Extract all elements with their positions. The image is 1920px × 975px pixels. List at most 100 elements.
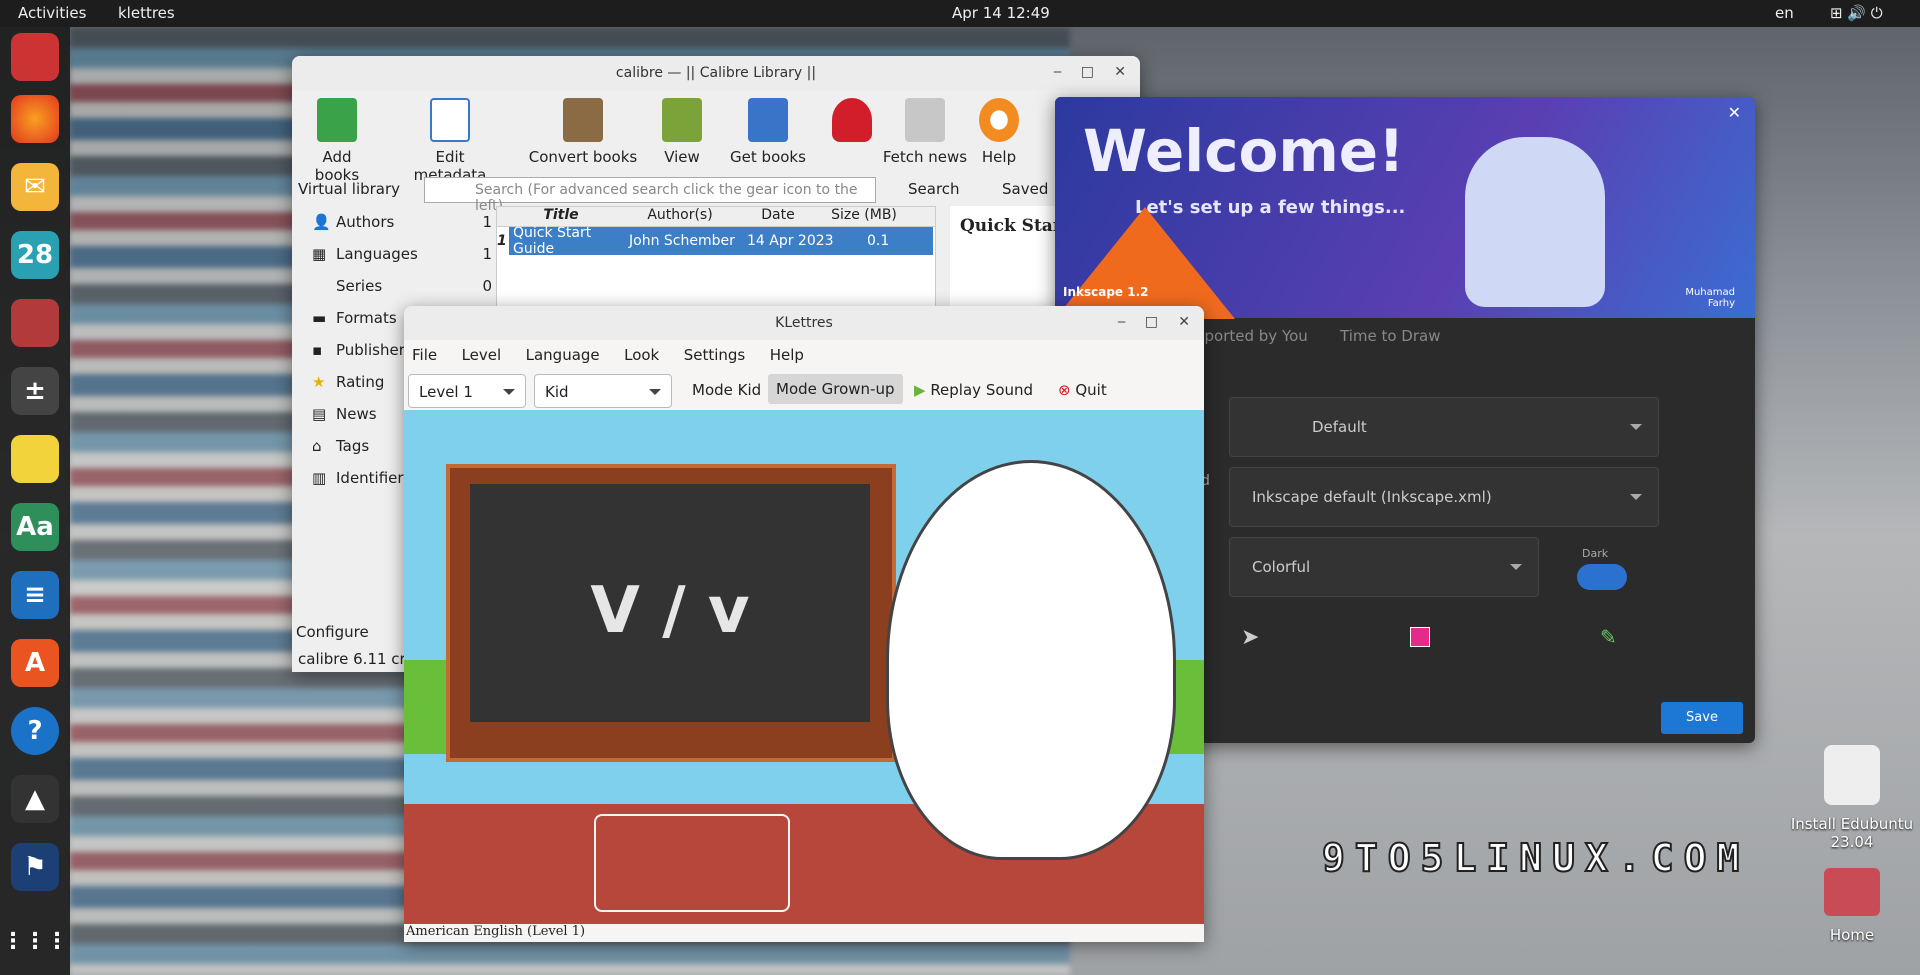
- close-icon[interactable]: ✕: [1728, 103, 1741, 122]
- close-icon[interactable]: ✕: [1178, 314, 1190, 330]
- artist-credit: Muhamad Farhy: [1685, 287, 1735, 309]
- tree-item-languages[interactable]: ▦ Languages 1: [312, 238, 492, 270]
- maximize-icon[interactable]: □: [1145, 314, 1158, 330]
- mode-kid-button[interactable]: Mode Kid: [692, 381, 761, 399]
- version-badge: Inkscape 1.2: [1063, 285, 1149, 299]
- app-grid-icon[interactable]: ⋮⋮⋮: [2, 917, 68, 965]
- help-button[interactable]: Help: [974, 98, 1024, 166]
- mode-grownup-button[interactable]: Mode Grown-up: [768, 374, 903, 404]
- view-icon: [662, 98, 702, 142]
- app-menu[interactable]: klettres: [118, 4, 175, 22]
- minimize-icon[interactable]: ‒: [1117, 314, 1126, 330]
- dictionary-icon[interactable]: Aa: [11, 503, 59, 551]
- column-title[interactable]: Title: [497, 207, 625, 226]
- save-button[interactable]: Save: [1661, 702, 1743, 734]
- news-icon: [905, 98, 945, 142]
- chalkboard: V / v: [470, 484, 870, 722]
- menu-file[interactable]: File: [412, 346, 437, 364]
- klettres-titlebar[interactable]: KLettres ‒ □ ✕: [404, 306, 1204, 340]
- convert-books-button[interactable]: Convert books: [528, 98, 638, 166]
- welcome-heading: Welcome!: [1083, 117, 1405, 185]
- tree-item-authors[interactable]: 👤 Authors 1: [312, 206, 492, 238]
- icon-theme-dropdown[interactable]: Colorful: [1229, 537, 1539, 597]
- replay-sound-button[interactable]: ▶ Replay Sound: [914, 381, 1033, 399]
- klettres-window: KLettres ‒ □ ✕ File Level Language Look …: [404, 306, 1204, 942]
- keyboard-shortcuts-dropdown[interactable]: Inkscape default (Inkscape.xml): [1229, 467, 1659, 527]
- menu-level[interactable]: Level: [462, 346, 502, 364]
- inkscape-icon[interactable]: ▲: [11, 775, 59, 823]
- disk-app-icon[interactable]: [11, 33, 59, 81]
- fetch-news-button[interactable]: Fetch news: [880, 98, 970, 166]
- get-books-icon: [748, 98, 788, 142]
- window-title: KLettres: [775, 315, 833, 331]
- calibre-titlebar[interactable]: calibre — || Calibre Library || ‒ □ ✕: [292, 56, 1140, 90]
- add-books-button[interactable]: Add books: [302, 98, 372, 184]
- play-icon: ▶: [914, 381, 931, 399]
- tab-supported[interactable]: pported by You: [1195, 327, 1308, 345]
- table-header: Title Author(s) Date Size (MB): [497, 207, 935, 227]
- table-row[interactable]: 1 Quick Start Guide John Schember 14 Apr…: [497, 225, 935, 257]
- dock: ✉ 28 ± Aa ≡ A ? ▲ ⚑ ⋮⋮⋮: [0, 27, 70, 975]
- search-button[interactable]: Search: [908, 180, 960, 198]
- mail-icon[interactable]: ✉: [11, 163, 59, 211]
- help-icon[interactable]: ?: [11, 707, 59, 755]
- notes-icon[interactable]: [11, 435, 59, 483]
- installer-icon: [1824, 745, 1880, 805]
- files-icon[interactable]: [11, 299, 59, 347]
- chalkboard-frame: V / v: [446, 464, 896, 762]
- quit-button[interactable]: ⊗ Quit: [1058, 381, 1107, 399]
- column-size[interactable]: Size (MB): [821, 207, 907, 226]
- pointer-icon: ➤: [1241, 625, 1260, 650]
- tree-item-series[interactable]: Series 0: [312, 270, 492, 302]
- quit-icon: ⊗: [1058, 381, 1076, 399]
- configure-button[interactable]: Configure: [296, 623, 369, 641]
- calendar-icon[interactable]: 28: [11, 231, 59, 279]
- inkscape-badge-shape: [1055, 207, 1235, 319]
- menu-help[interactable]: Help: [770, 346, 804, 364]
- clock[interactable]: Apr 14 12:49: [952, 4, 1050, 22]
- status-bar: American English (Level 1): [406, 924, 586, 939]
- desktop-home[interactable]: Home: [1800, 868, 1904, 944]
- desktop-install-edubuntu[interactable]: Install Edubuntu 23.04: [1790, 745, 1914, 851]
- level-select[interactable]: Level 1: [408, 374, 526, 408]
- get-books-button[interactable]: Get books: [728, 98, 808, 166]
- convert-icon: [563, 98, 603, 142]
- theme-dropdown[interactable]: Default: [1229, 397, 1659, 457]
- column-authors[interactable]: Author(s): [625, 207, 735, 226]
- search-input[interactable]: Search (For advanced search click the ge…: [424, 177, 876, 214]
- maximize-icon[interactable]: □: [1081, 64, 1094, 80]
- software-icon[interactable]: A: [11, 639, 59, 687]
- view-button[interactable]: View: [652, 98, 712, 166]
- look-select[interactable]: Kid: [534, 374, 672, 408]
- letter-display: V / v: [590, 574, 750, 648]
- calculator-icon[interactable]: ±: [11, 367, 59, 415]
- welcome-banner: Welcome! Let's set up a few things... In…: [1055, 97, 1755, 319]
- input-source[interactable]: en: [1775, 4, 1794, 22]
- column-date[interactable]: Date: [735, 207, 821, 226]
- play-area: V / v: [404, 410, 1204, 924]
- donate-button[interactable]: [822, 98, 882, 148]
- menu-bar: File Level Language Look Settings Help: [404, 340, 1204, 370]
- system-status-icons[interactable]: ⊞ 🔊 ⏻: [1830, 4, 1883, 22]
- writer-icon[interactable]: ≡: [11, 571, 59, 619]
- virtual-library-button[interactable]: Virtual library: [298, 180, 400, 198]
- dark-label: Dark: [1582, 547, 1609, 560]
- edit-metadata-button[interactable]: Edit metadata: [400, 98, 500, 184]
- color-swatch-icon: [1410, 627, 1430, 647]
- firefox-icon[interactable]: [11, 95, 59, 143]
- klettres-icon[interactable]: ⚑: [11, 843, 59, 891]
- answer-input[interactable]: [594, 814, 790, 912]
- robot-illustration: [1465, 137, 1605, 307]
- top-bar: Activities klettres Apr 14 12:49 en ⊞ 🔊 …: [0, 0, 1920, 27]
- menu-language[interactable]: Language: [526, 346, 600, 364]
- close-icon[interactable]: ✕: [1114, 64, 1126, 80]
- pen-icon: ✎: [1600, 625, 1617, 649]
- heart-icon: [832, 98, 872, 142]
- menu-settings[interactable]: Settings: [684, 346, 746, 364]
- dark-toggle[interactable]: [1577, 564, 1627, 590]
- minimize-icon[interactable]: ‒: [1053, 64, 1062, 80]
- tab-time-to-draw[interactable]: Time to Draw: [1340, 327, 1440, 345]
- activities-button[interactable]: Activities: [18, 4, 86, 22]
- menu-look[interactable]: Look: [624, 346, 659, 364]
- saved-searches-button[interactable]: Saved: [1002, 180, 1048, 198]
